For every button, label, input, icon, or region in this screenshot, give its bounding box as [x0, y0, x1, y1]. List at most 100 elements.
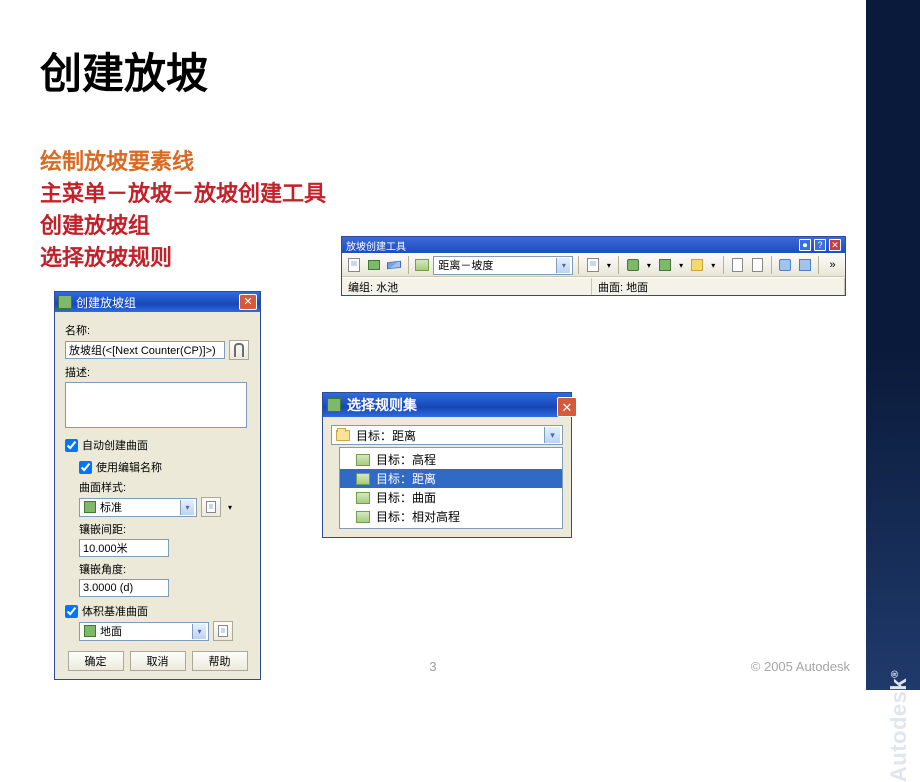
use-edit-name-check[interactable]	[79, 461, 92, 474]
ruleset-combo[interactable]: 目标：距离 ▾	[331, 425, 563, 445]
ruleset-item-label: 目标：相对高程	[376, 508, 460, 525]
tess-input[interactable]	[79, 539, 169, 557]
auto-surface-label: 自动创建曲面	[82, 437, 148, 453]
style-edit-button[interactable]	[201, 497, 221, 517]
ruleset-item[interactable]: 目标：相对高程	[340, 507, 562, 526]
chevron-down-icon[interactable]: ▾	[544, 427, 560, 443]
grading-tool-titlebar[interactable]: 放坡创建工具 ⏺ ? ✕	[342, 237, 845, 253]
chevron-down-icon[interactable]: ▾	[180, 500, 194, 515]
use-edit-name-label: 使用编辑名称	[96, 459, 162, 475]
angle-input[interactable]	[79, 579, 169, 597]
layers-icon[interactable]	[386, 256, 403, 274]
chevron-down-icon[interactable]: ▾	[556, 258, 570, 273]
grading-toolbar: 距离－坡度 ▾ ▾ ▾ ▾ ▾ »	[342, 253, 845, 277]
bullet-1: 绘制放坡要素线	[40, 146, 326, 178]
tool-btn-2[interactable]	[624, 256, 641, 274]
ruleset-item-label: 目标：距离	[376, 470, 436, 487]
bullet-list: 绘制放坡要素线 主菜单－放坡－放坡创建工具 创建放坡组 选择放坡规则	[40, 146, 326, 274]
ruleset-popup: 选择规则集 ✕ 目标：距离 ▾ 目标：高程 目标：距离 目标：曲面 目标：相对高…	[322, 392, 572, 538]
status-surface: 曲面: 地面	[592, 278, 845, 295]
ruleset-item-label: 目标：曲面	[376, 489, 436, 506]
pin-icon[interactable]: ⏺	[799, 239, 811, 251]
vol-base-check[interactable]	[65, 605, 78, 618]
dialog-title: 创建放坡组	[76, 294, 136, 311]
surface-style-label: 曲面样式:	[79, 479, 250, 495]
desc-textarea[interactable]	[65, 382, 247, 428]
bullet-2: 主菜单－放坡－放坡创建工具	[40, 178, 326, 210]
create-group-dialog: 创建放坡组 ✕ 名称: 描述: 自动创建曲面 使用编辑名称 曲面样式: 标准 ▾	[54, 291, 261, 680]
rule-dropdown[interactable]: 距离－坡度 ▾	[433, 256, 573, 275]
surface-style-combo[interactable]: 标准 ▾	[79, 498, 197, 517]
name-label: 名称:	[65, 322, 250, 338]
style-icon	[84, 501, 96, 513]
chevron-down-icon[interactable]: ▾	[644, 256, 653, 274]
ruleset-item-selected[interactable]: 目标：距离	[340, 469, 562, 488]
tool-btn-7[interactable]	[777, 256, 794, 274]
slide-title: 创建放坡	[40, 40, 208, 101]
desc-label: 描述:	[65, 364, 250, 380]
grading-tool-title: 放坡创建工具	[346, 238, 406, 253]
rule-icon	[356, 473, 370, 485]
edit-icon	[206, 501, 216, 513]
folder-icon	[336, 430, 350, 441]
tool-btn-1[interactable]	[584, 256, 601, 274]
brand-logo: Autodesk®	[886, 670, 912, 782]
ruleset-titlebar[interactable]: 选择规则集	[323, 393, 571, 417]
picker-icon	[234, 343, 244, 357]
surface-icon	[84, 625, 96, 637]
tool-btn-6[interactable]	[749, 256, 766, 274]
vol-base-combo[interactable]: 地面 ▾	[79, 622, 209, 641]
name-input[interactable]	[65, 341, 225, 359]
tool-btn-3[interactable]	[657, 256, 674, 274]
tool-btn-5[interactable]	[729, 256, 746, 274]
ruleset-list[interactable]: 目标：高程 目标：距离 目标：曲面 目标：相对高程	[339, 447, 563, 529]
auto-surface-checkbox[interactable]: 自动创建曲面	[65, 437, 250, 453]
vol-base-label: 体积基准曲面	[82, 603, 148, 619]
new-group-icon[interactable]	[346, 256, 363, 274]
expand-icon[interactable]: »	[824, 256, 841, 274]
ruleset-title: 选择规则集	[347, 395, 417, 415]
chevron-down-icon[interactable]: ▾	[709, 256, 718, 274]
ruleset-icon[interactable]	[414, 256, 431, 274]
chevron-down-icon[interactable]: ▾	[192, 624, 206, 639]
use-edit-name-checkbox[interactable]: 使用编辑名称	[79, 459, 250, 475]
vol-base-checkbox[interactable]: 体积基准曲面	[65, 603, 250, 619]
chevron-down-icon[interactable]: ▾	[225, 498, 235, 516]
tool-btn-4[interactable]	[689, 256, 706, 274]
close-icon[interactable]: ✕	[557, 397, 577, 417]
pick-icon	[218, 625, 228, 637]
vol-base-value: 地面	[100, 623, 122, 639]
chevron-down-icon[interactable]: ▾	[676, 256, 685, 274]
rule-icon	[356, 454, 370, 466]
surface-icon[interactable]	[366, 256, 383, 274]
tess-label: 镶嵌间距:	[79, 521, 250, 537]
dialog-titlebar[interactable]: 创建放坡组 ✕	[55, 292, 260, 312]
name-picker-button[interactable]	[229, 340, 249, 360]
grading-statusbar: 编组: 水池 曲面: 地面	[342, 277, 845, 295]
rule-icon	[356, 492, 370, 504]
help-icon[interactable]: ?	[814, 239, 826, 251]
bullet-3: 创建放坡组	[40, 210, 326, 242]
vol-base-pick-button[interactable]	[213, 621, 233, 641]
status-group-label: 编组:	[348, 282, 373, 294]
bullet-4: 选择放坡规则	[40, 242, 326, 274]
auto-surface-check[interactable]	[65, 439, 78, 452]
ruleset-icon	[327, 398, 341, 412]
status-group-value: 水池	[376, 282, 398, 294]
grading-tool-window: 放坡创建工具 ⏺ ? ✕ 距离－坡度 ▾ ▾ ▾ ▾ ▾ »	[341, 236, 846, 296]
brand-name: Autodesk	[886, 678, 911, 782]
status-surface-value: 地面	[626, 282, 648, 294]
chevron-down-icon[interactable]: ▾	[604, 256, 613, 274]
close-icon[interactable]: ✕	[239, 294, 257, 310]
ruleset-item[interactable]: 目标：曲面	[340, 488, 562, 507]
status-surface-label: 曲面:	[598, 282, 623, 294]
close-icon[interactable]: ✕	[829, 239, 841, 251]
surface-style-value: 标准	[100, 499, 122, 515]
brand-strip: Autodesk®	[866, 0, 920, 690]
tool-btn-8[interactable]	[796, 256, 813, 274]
dialog-icon	[58, 295, 72, 309]
rule-dropdown-value: 距离－坡度	[438, 257, 493, 273]
copyright: © 2005 Autodesk	[751, 659, 850, 674]
ruleset-item[interactable]: 目标：高程	[340, 450, 562, 469]
status-group: 编组: 水池	[342, 278, 592, 295]
